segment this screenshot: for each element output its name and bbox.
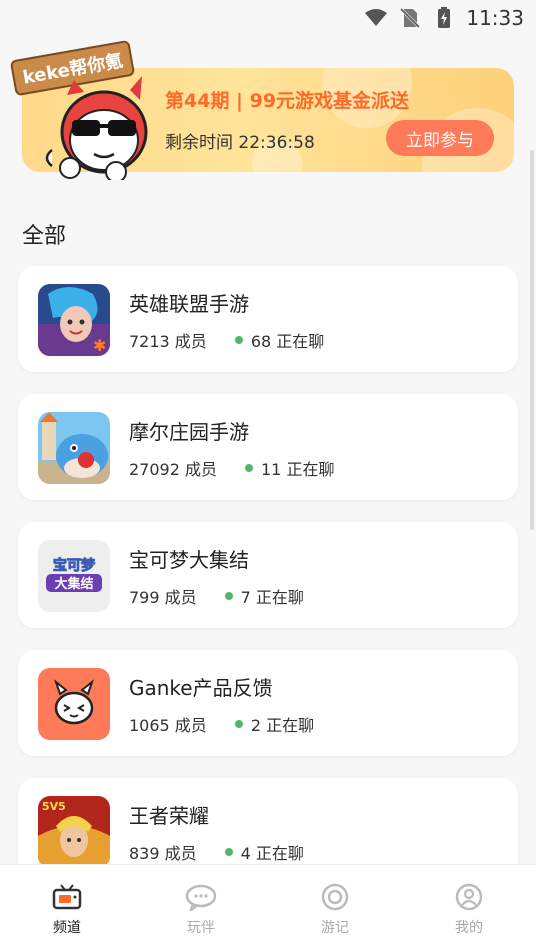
- scrollbar[interactable]: [530, 150, 534, 530]
- channel-card-lol[interactable]: ✱ 英雄联盟手游 7213 成员 68 正在聊: [18, 266, 518, 372]
- online-dot-icon: [224, 592, 233, 600]
- banner-countdown: 剩余时间 22:36:58: [165, 133, 315, 153]
- channel-meta: 839 成员 4 正在聊: [129, 840, 304, 864]
- channel-name: 英雄联盟手游: [129, 292, 249, 316]
- tab-label: 频道: [53, 920, 81, 936]
- channel-meta: 799 成员 7 正在聊: [129, 584, 304, 608]
- icon-text-top: 宝可梦: [53, 557, 96, 574]
- svg-text:✱: ✱: [93, 336, 106, 355]
- channel-meta: 27092 成员 11 正在聊: [129, 456, 334, 480]
- online-dot-icon: [234, 720, 243, 728]
- chat-bubble-icon: [185, 884, 217, 911]
- mole-manor-game-icon: [38, 412, 110, 484]
- wifi-icon: [365, 9, 388, 26]
- online-dot-icon: [234, 336, 243, 344]
- online-count: 68 正在聊: [250, 332, 325, 351]
- section-title-all: 全部: [22, 224, 67, 249]
- channel-meta: 7213 成员 68 正在聊: [129, 328, 324, 352]
- user-icon: [455, 883, 483, 911]
- member-count: 1065 成员: [129, 716, 207, 735]
- tab-companions[interactable]: 玩伴: [134, 865, 268, 952]
- circle-target-icon: [321, 883, 349, 911]
- online-dot-icon: [224, 848, 233, 856]
- channel-meta: 1065 成员 2 正在聊: [129, 712, 314, 736]
- status-time: 11:33: [466, 6, 524, 30]
- channel-card-pokemon-unite[interactable]: 宝可梦 大集结 宝可梦大集结 799 成员 7 正在聊: [18, 522, 518, 628]
- member-count: 839 成员: [129, 844, 197, 863]
- tab-label: 我的: [455, 920, 483, 936]
- channel-card-mole-manor[interactable]: 摩尔庄园手游 27092 成员 11 正在聊: [18, 394, 518, 500]
- icon-badge: 5V5: [42, 800, 66, 813]
- tab-profile[interactable]: 我的: [402, 865, 536, 952]
- status-bar: 11:33: [0, 0, 536, 36]
- online-count: 4 正在聊: [240, 844, 304, 863]
- tab-journal[interactable]: 游记: [268, 865, 402, 952]
- channel-card-ganke-feedback[interactable]: Ganke产品反馈 1065 成员 2 正在聊: [18, 650, 518, 756]
- battery-charging-icon: [438, 7, 451, 28]
- member-count: 7213 成员: [129, 332, 207, 351]
- join-now-button[interactable]: 立即参与: [386, 120, 494, 156]
- tab-channels[interactable]: 频道: [0, 865, 134, 952]
- lol-game-icon: ✱: [38, 284, 110, 356]
- icon-text-bottom: 大集结: [54, 576, 93, 592]
- online-dot-icon: [245, 464, 253, 472]
- mascot-illustration: keke帮你氪: [9, 39, 162, 180]
- mascot-face-icon: [45, 76, 148, 180]
- no-sim-icon: [400, 7, 421, 29]
- channel-name: Ganke产品反馈: [129, 676, 273, 700]
- online-count: 7 正在聊: [240, 588, 304, 607]
- promo-banner[interactable]: keke帮你氪 第44期 | 99元游戏基金派送 剩余时间 22:36:58 立…: [9, 39, 514, 180]
- member-count: 27092 成员: [129, 460, 217, 479]
- channel-name: 宝可梦大集结: [129, 548, 249, 572]
- honor-of-kings-game-icon: 5V5: [38, 796, 110, 868]
- tv-icon: [52, 884, 82, 910]
- tab-label: 游记: [321, 920, 349, 936]
- channel-name: 摩尔庄园手游: [129, 420, 249, 444]
- pokemon-unite-game-icon: 宝可梦 大集结: [38, 540, 110, 612]
- online-count: 11 正在聊: [261, 460, 335, 479]
- member-count: 799 成员: [129, 588, 197, 607]
- channel-name: 王者荣耀: [129, 804, 209, 828]
- bottom-tab-bar: 频道 玩伴 游记 我的: [0, 864, 536, 952]
- banner-title: 第44期 | 99元游戏基金派送: [165, 90, 410, 112]
- tab-label: 玩伴: [187, 920, 215, 936]
- ganke-mascot-icon: [38, 668, 110, 740]
- online-count: 2 正在聊: [250, 716, 315, 735]
